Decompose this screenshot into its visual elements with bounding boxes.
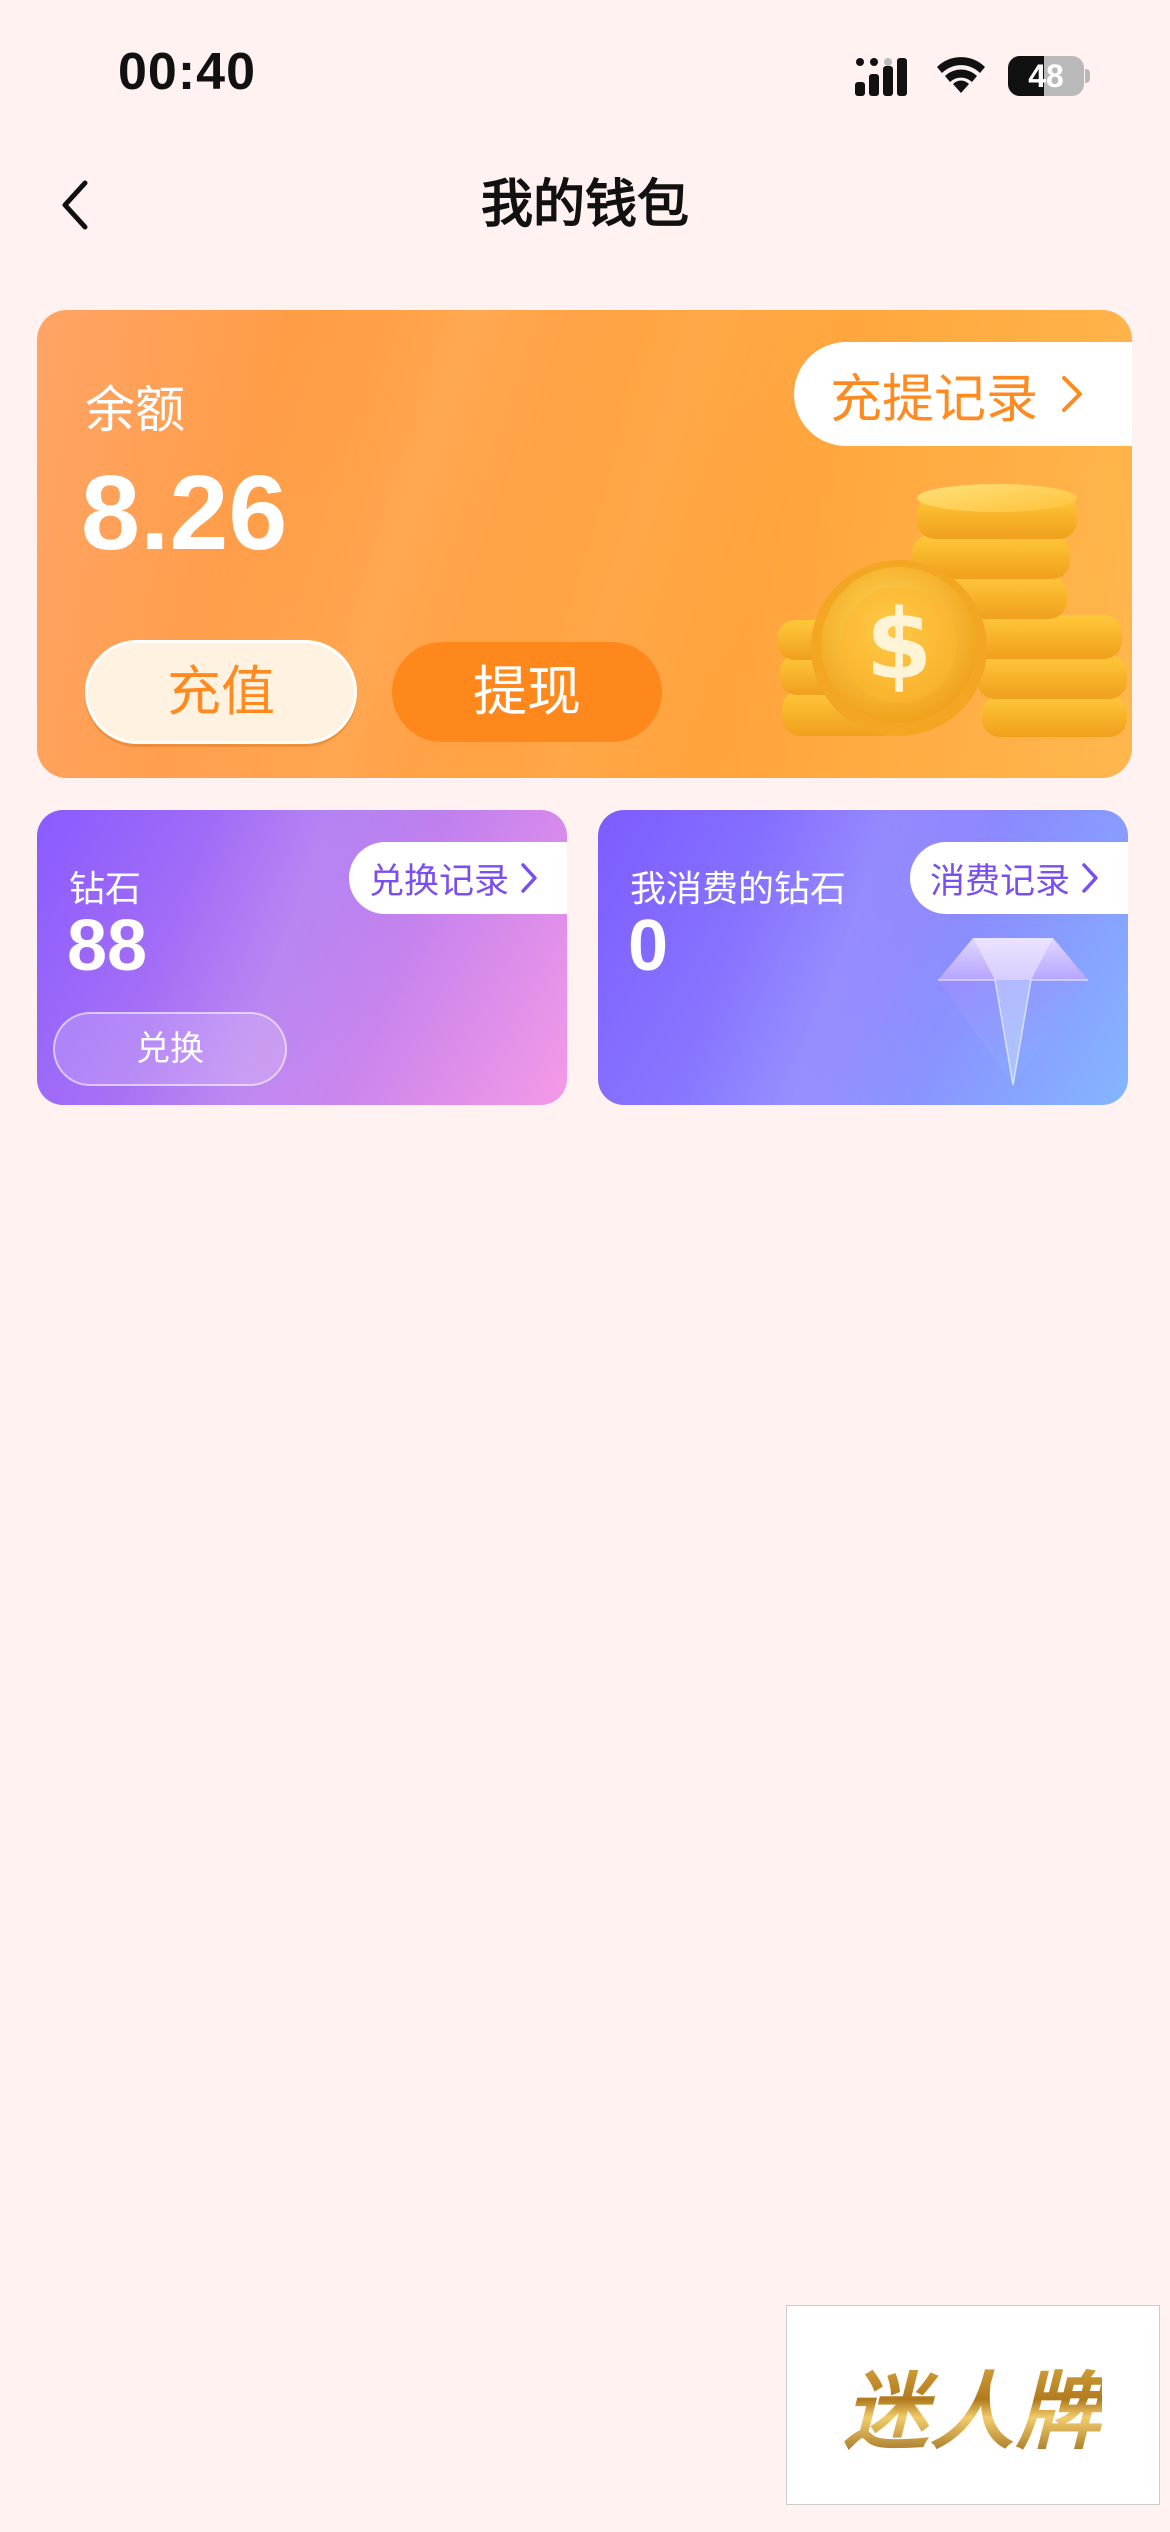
balance-card: 余额 8.26 充提记录 $ 充值 提现 [37, 310, 1132, 778]
spent-diamonds-label: 我消费的钻石 [630, 869, 847, 910]
consumption-history-label: 消费记录 [930, 861, 1071, 902]
svg-text:$: $ [866, 589, 933, 701]
signal-icon [855, 58, 907, 96]
battery-icon: 48 [1008, 56, 1090, 96]
gold-coins-icon: $ [777, 484, 1127, 737]
consumption-history-link[interactable]: 消费记录 [910, 842, 1128, 914]
chevron-left-icon [62, 180, 88, 230]
back-button[interactable] [40, 170, 110, 240]
status-bar: 00:40 48 [0, 0, 1170, 150]
battery-level: 48 [1028, 58, 1064, 94]
diamond-value: 88 [67, 906, 148, 986]
watermark-text: 迷人牌 [844, 2345, 1102, 2466]
chevron-right-icon [521, 863, 537, 893]
chevron-right-icon [1082, 863, 1098, 893]
withdraw-button[interactable]: 提现 [392, 642, 662, 742]
chevron-right-icon [1062, 376, 1083, 412]
watermark-logo: 迷人牌 [786, 2305, 1160, 2505]
balance-amount: 8.26 [81, 454, 288, 572]
recharge-button[interactable]: 充值 [85, 640, 357, 744]
diamond-label: 钻石 [69, 869, 142, 910]
exchange-history-link[interactable]: 兑换记录 [349, 842, 567, 914]
exchange-history-label: 兑换记录 [369, 861, 510, 902]
recharge-history-link[interactable]: 充提记录 [794, 342, 1132, 446]
balance-label: 余额 [85, 381, 185, 439]
spent-diamonds-value: 0 [628, 906, 669, 986]
exchange-button[interactable]: 兑换 [53, 1012, 287, 1086]
diamond-icon [938, 938, 1088, 1086]
wifi-icon [937, 57, 985, 93]
page-title: 我的钱包 [480, 175, 689, 235]
status-time: 00:40 [118, 43, 256, 101]
diamond-card: 钻石 88 兑换记录 兑换 [37, 810, 567, 1105]
recharge-history-label: 充提记录 [830, 369, 1039, 430]
spent-diamonds-card: 我消费的钻石 0 消费记录 [598, 810, 1128, 1105]
